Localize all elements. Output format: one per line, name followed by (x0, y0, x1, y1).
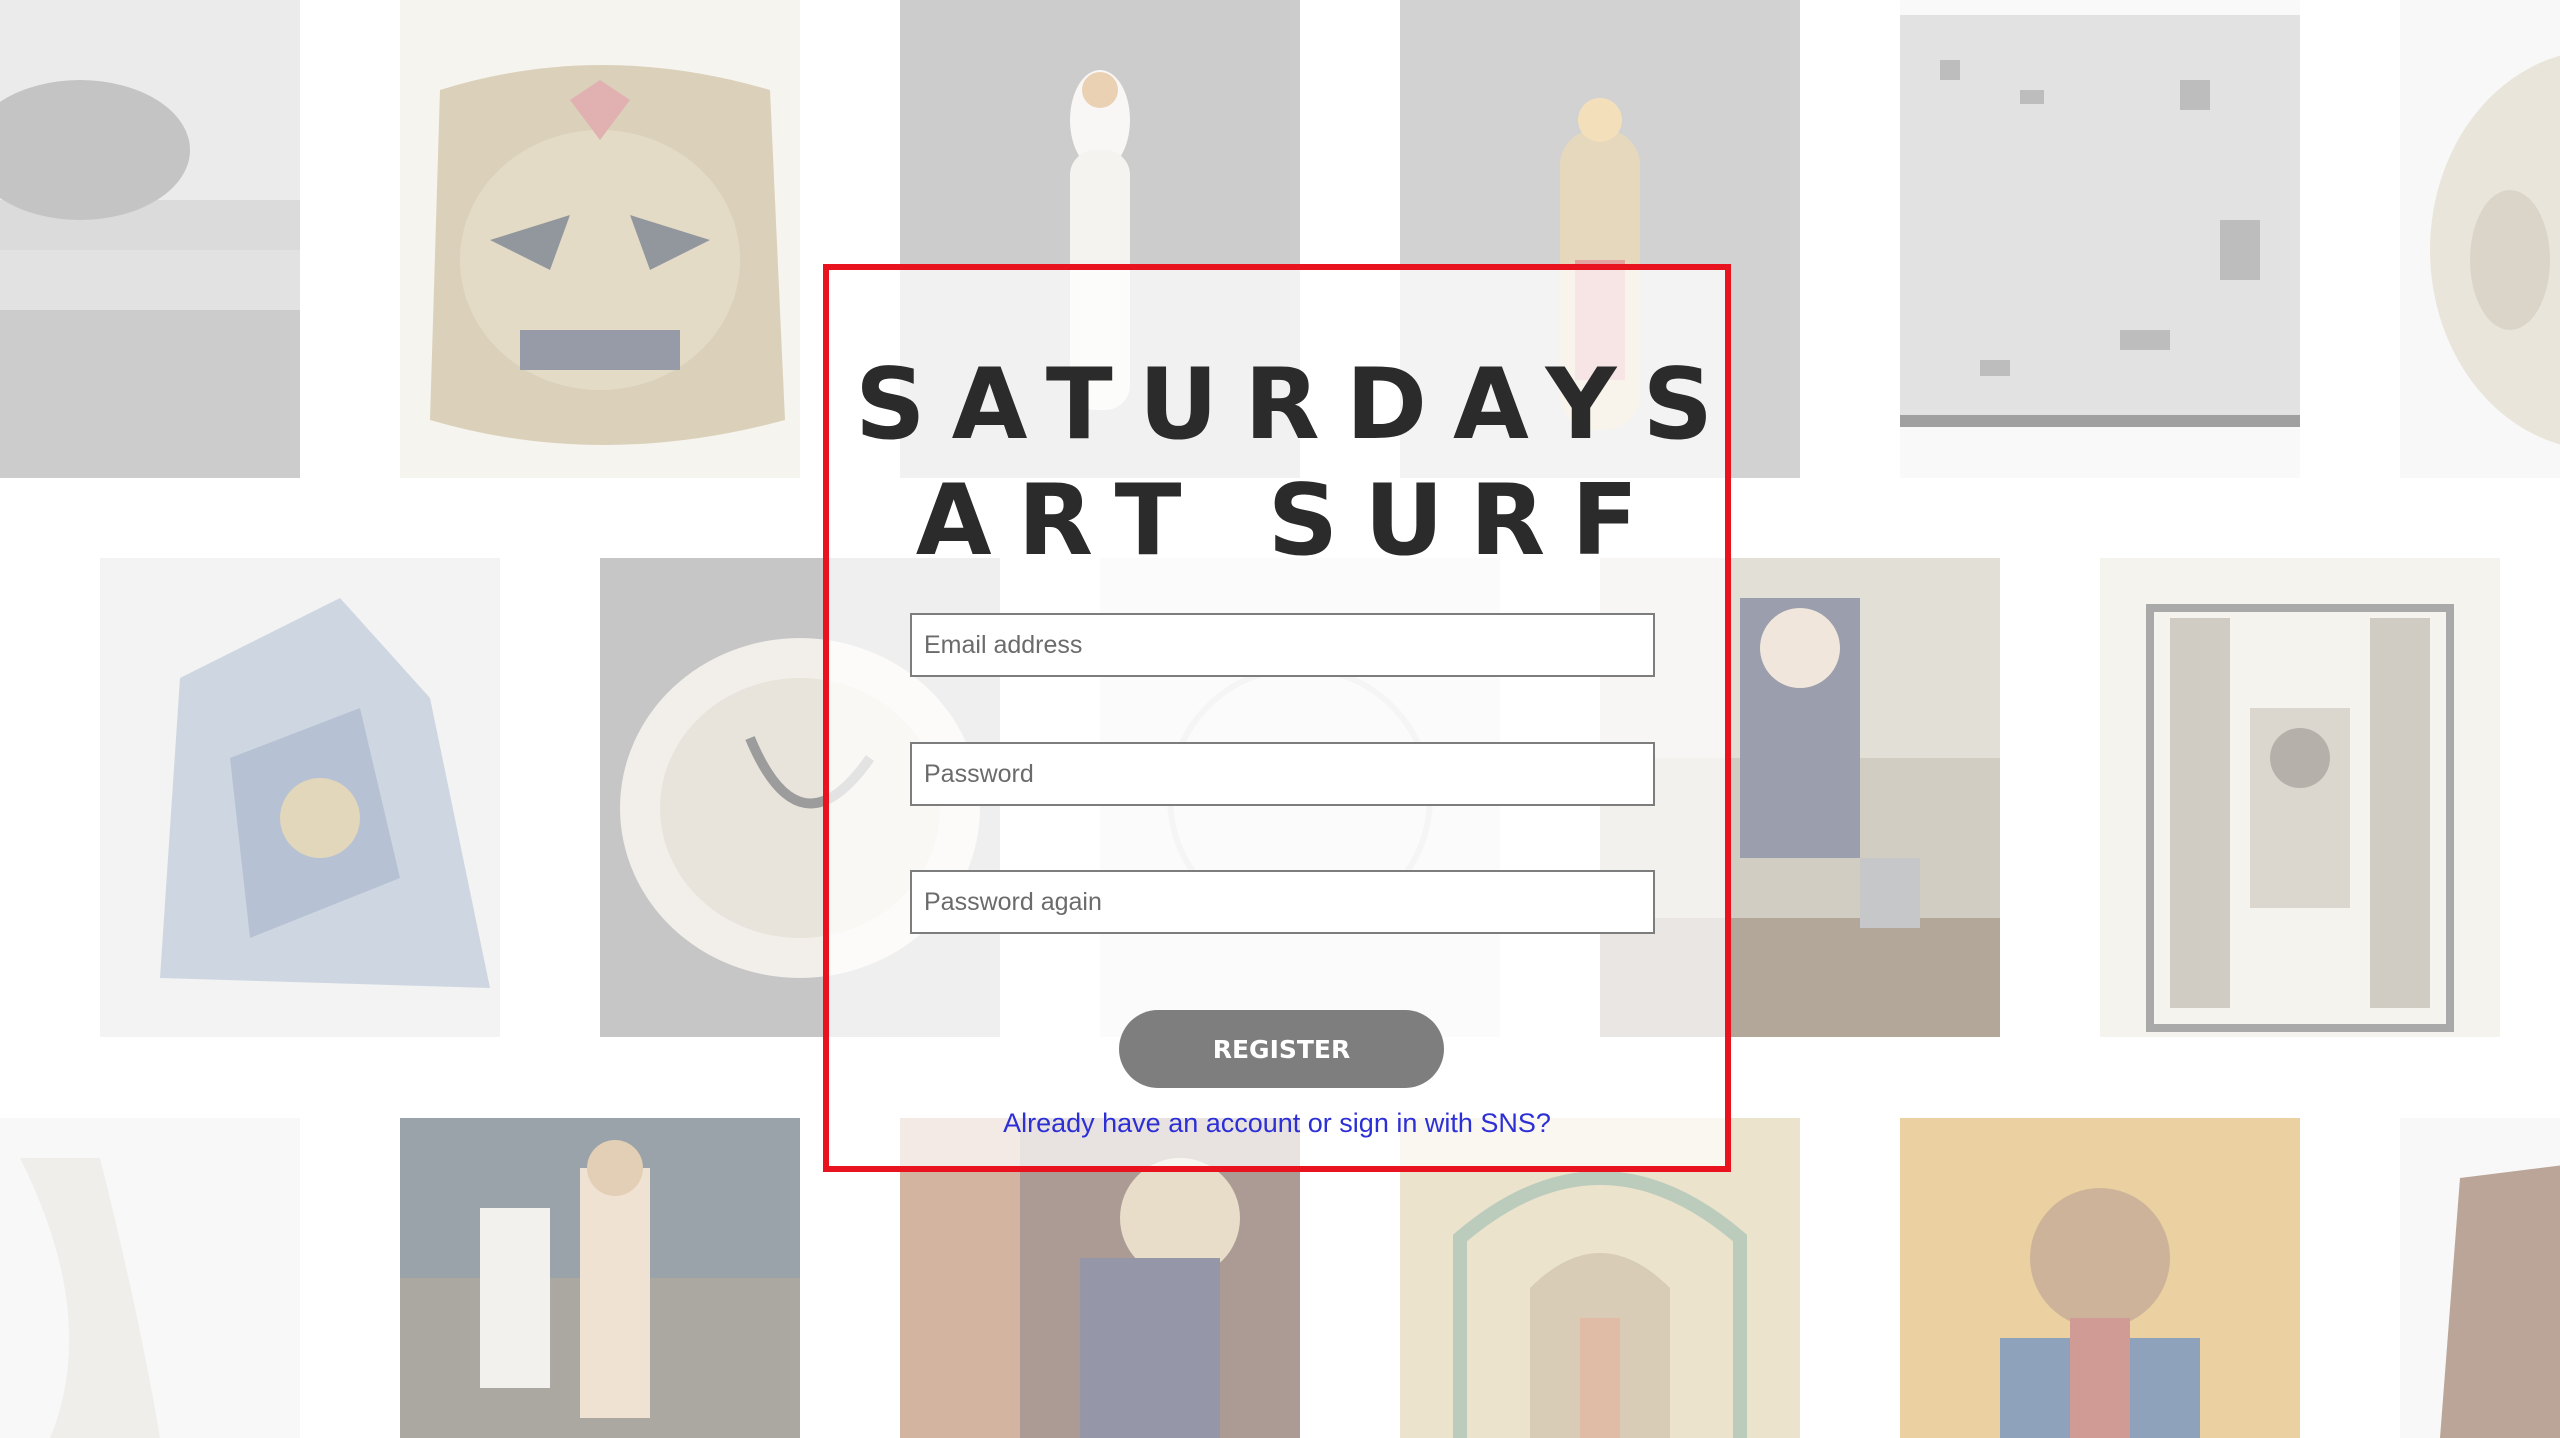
artwork-knitted-sculpture (0, 1118, 300, 1438)
password-field[interactable] (910, 742, 1655, 806)
signin-link[interactable]: Already have an account or sign in with … (829, 1108, 1725, 1139)
artwork-woodcut-print (2100, 558, 2500, 1037)
email-field[interactable] (910, 613, 1655, 677)
artwork-wooden-box (2400, 1118, 2560, 1438)
app-title-line2: ART SURF (915, 464, 1665, 578)
artwork-clay-vessel (2400, 0, 2560, 478)
artwork-sampler-textile (1900, 0, 2300, 478)
page-background: SATURDAYS ART SURF REGISTER Already have… (0, 0, 2560, 1438)
artwork-textile-fragment (400, 0, 800, 478)
app-title-line1: SATURDAYS (855, 348, 1740, 462)
artwork-religious-mosaic (1900, 1118, 2300, 1438)
password-again-field[interactable] (910, 870, 1655, 934)
artwork-landscape-engraving (0, 0, 300, 478)
artwork-classical-painting (400, 1118, 800, 1438)
artwork-ceramic-shard (100, 558, 500, 1037)
register-card: SATURDAYS ART SURF REGISTER Already have… (823, 264, 1731, 1172)
register-button[interactable]: REGISTER (1119, 1010, 1444, 1088)
